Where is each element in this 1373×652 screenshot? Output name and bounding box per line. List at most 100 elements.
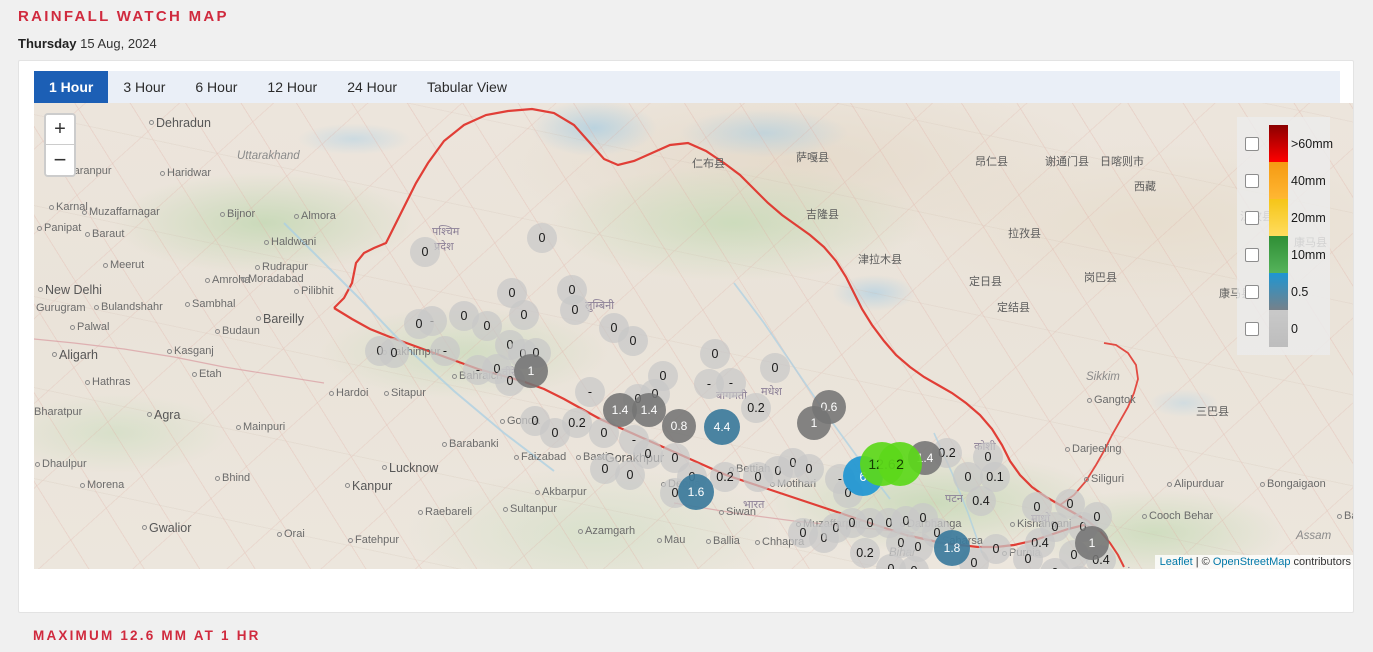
rainfall-marker[interactable]: 0 <box>379 338 409 368</box>
map-city-dot <box>294 289 299 294</box>
map-city-dot <box>185 302 190 307</box>
rainfall-marker[interactable]: - <box>575 377 605 407</box>
tab-6-hour[interactable]: 6 Hour <box>180 71 252 103</box>
map-city-dot <box>205 278 210 283</box>
tab-12-hour[interactable]: 12 Hour <box>252 71 332 103</box>
map-city-dot <box>514 455 519 460</box>
tab-tabular-view[interactable]: Tabular View <box>412 71 522 103</box>
rainfall-marker[interactable]: 0 <box>700 339 730 369</box>
legend-label: 0.5 <box>1291 285 1308 299</box>
rainfall-marker[interactable]: 1 <box>1075 526 1109 560</box>
rainfall-marker[interactable]: 0 <box>981 534 1011 564</box>
rainfall-marker[interactable]: 4.4 <box>704 409 740 445</box>
map-city-dot <box>452 374 457 379</box>
legend-label: 0 <box>1291 322 1298 336</box>
rainfall-watch-map-page: Rainfall Watch Map Thursday 15 Aug, 2024… <box>0 0 1373 652</box>
zoom-in-button[interactable]: + <box>46 115 74 145</box>
map-city-dot <box>49 205 54 210</box>
legend-row[interactable]: 10mm <box>1237 236 1330 273</box>
rainfall-marker[interactable]: 1 <box>797 406 831 440</box>
rainfall-map[interactable]: DehradunSaharanpurHaridwarUttarakhandAlm… <box>34 103 1354 569</box>
tab-1-hour[interactable]: 1 Hour <box>34 71 108 103</box>
legend-checkbox[interactable] <box>1245 285 1259 299</box>
map-city-dot <box>241 277 246 282</box>
zoom-out-button[interactable]: − <box>46 145 74 175</box>
map-city-dot <box>1084 477 1089 482</box>
legend-color-swatch <box>1269 273 1288 310</box>
leaflet-link[interactable]: Leaflet <box>1160 556 1193 568</box>
map-city-dot <box>1087 398 1092 403</box>
rainfall-marker[interactable]: 1.8 <box>934 530 970 566</box>
map-city-dot <box>576 455 581 460</box>
map-city-dot <box>85 232 90 237</box>
map-city-dot <box>220 212 225 217</box>
map-city-dot <box>418 510 423 515</box>
legend-checkbox[interactable] <box>1245 174 1259 188</box>
map-city-dot <box>167 349 172 354</box>
rainfall-marker[interactable]: 1.6 <box>678 474 714 510</box>
legend-color-swatch <box>1269 199 1288 236</box>
rainfall-marker[interactable]: 0.4 <box>966 486 996 516</box>
rainfall-marker[interactable]: 0 <box>760 353 790 383</box>
rainfall-marker[interactable]: 0.2 <box>562 408 592 438</box>
map-city-dot <box>142 525 147 530</box>
rainfall-marker[interactable]: 0 <box>410 237 440 267</box>
legend-row[interactable]: 20mm <box>1237 199 1330 236</box>
legend-color-swatch <box>1269 236 1288 273</box>
rainfall-marker[interactable]: 0 <box>509 300 539 330</box>
map-city-dot <box>578 529 583 534</box>
rainfall-marker[interactable]: 0.2 <box>741 393 771 423</box>
rainfall-legend[interactable]: >60mm 40mm20mm 10mm 0.5 0 <box>1237 117 1330 355</box>
rainfall-marker[interactable]: 0 <box>560 295 590 325</box>
map-zoom-control[interactable]: + − <box>44 113 76 177</box>
map-city-dot <box>1010 522 1015 527</box>
rainfall-marker[interactable]: 2 <box>878 442 922 486</box>
rainfall-marker[interactable]: 0 <box>618 326 648 356</box>
rainfall-marker[interactable]: 0.8 <box>662 409 696 443</box>
openstreetmap-link[interactable]: OpenStreetMap <box>1213 556 1291 568</box>
rainfall-marker[interactable]: 0 <box>404 309 434 339</box>
map-attribution: Leaflet | © OpenStreetMap contributors <box>1155 555 1354 569</box>
map-city-dot <box>192 372 197 377</box>
legend-color-swatch <box>1269 162 1288 199</box>
map-city-dot <box>382 465 387 470</box>
rainfall-marker[interactable]: 1 <box>514 354 548 388</box>
rainfall-marker[interactable]: 0 <box>794 454 824 484</box>
rainfall-marker[interactable]: 0 <box>615 460 645 490</box>
maximum-rainfall-text: Maximum 12.6 mm at 1 hr <box>33 628 261 643</box>
tab-3-hour[interactable]: 3 Hour <box>108 71 180 103</box>
attribution-contributors: contributors <box>1290 556 1351 568</box>
rainfall-marker[interactable]: 0 <box>1013 544 1043 569</box>
legend-row[interactable]: 0 <box>1237 310 1330 347</box>
rainfall-marker[interactable]: 0 <box>527 223 557 253</box>
map-city-dot <box>1065 447 1070 452</box>
legend-checkbox[interactable] <box>1245 211 1259 225</box>
map-city-dot <box>345 483 350 488</box>
map-city-dot <box>277 532 282 537</box>
map-city-dot <box>85 380 90 385</box>
tab-24-hour[interactable]: 24 Hour <box>332 71 412 103</box>
rainfall-marker[interactable]: - <box>430 336 460 366</box>
map-city-dot <box>82 210 87 215</box>
rainfall-marker[interactable]: 0.2 <box>850 538 880 568</box>
legend-checkbox[interactable] <box>1245 248 1259 262</box>
map-city-dot <box>94 305 99 310</box>
legend-row[interactable]: 40mm <box>1237 162 1330 199</box>
map-city-dot <box>103 263 108 268</box>
rainfall-marker[interactable]: 1.4 <box>632 393 666 427</box>
legend-checkbox[interactable] <box>1245 137 1259 151</box>
rainfall-marker[interactable]: - <box>716 368 746 398</box>
rainfall-marker[interactable]: 0.2 <box>710 462 740 492</box>
legend-checkbox[interactable] <box>1245 322 1259 336</box>
legend-label: 10mm <box>1291 248 1326 262</box>
page-title: Rainfall Watch Map <box>18 8 229 25</box>
map-city-dot <box>719 510 724 515</box>
legend-row[interactable]: >60mm <box>1237 125 1330 162</box>
legend-row[interactable]: 0.5 <box>1237 273 1330 310</box>
map-city-dot <box>1167 482 1172 487</box>
map-city-dot <box>755 540 760 545</box>
map-city-dot <box>147 412 152 417</box>
legend-label: >60mm <box>1291 137 1333 151</box>
map-city-dot <box>70 325 75 330</box>
map-city-dot <box>657 538 662 543</box>
